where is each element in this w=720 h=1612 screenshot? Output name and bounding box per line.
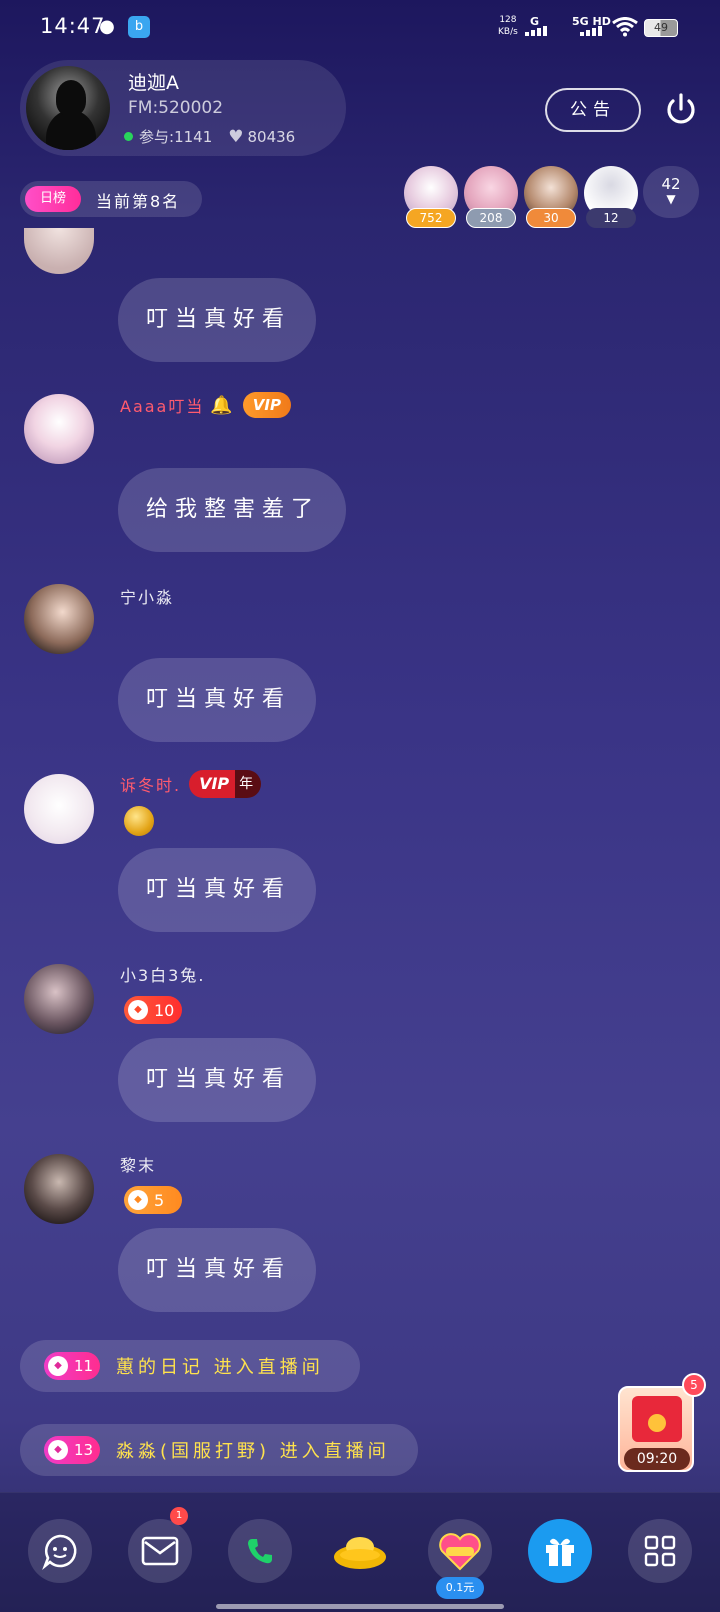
envelope-seal-icon [648, 1414, 666, 1432]
heart-icon: ♥ [228, 126, 244, 147]
message-username[interactable]: 诉冬时. VIP 年 [120, 770, 262, 798]
participants-label: 参与: [139, 128, 175, 146]
bell-icon: 🔔 [210, 394, 235, 416]
message-bubble: 给我整害羞了 [118, 468, 346, 552]
audience-more-button[interactable]: 42 ▼ [643, 166, 699, 218]
message-bubble: 叮当真好看 [118, 1038, 316, 1122]
rank-tag: 日榜 [25, 186, 81, 212]
message-username[interactable]: Aaaa叮当 🔔 VIP [120, 392, 291, 418]
mail-button[interactable] [128, 1519, 192, 1583]
mail-icon [141, 1536, 179, 1566]
message-avatar[interactable] [24, 228, 94, 274]
audience-count-badge: 30 [526, 208, 576, 228]
diamond-icon: ◆ [128, 1190, 148, 1210]
status-bar: 14:47 ● b 128 KB/s G 5G HD 49 [0, 0, 720, 56]
vip-badge: VIP [242, 392, 291, 418]
wifi-icon [612, 17, 638, 37]
diamond-icon: ◆ [48, 1356, 68, 1376]
diamond-icon: ◆ [128, 1000, 148, 1020]
more-apps-button[interactable] [628, 1519, 692, 1583]
participants-count: 1141 [174, 127, 213, 146]
coin-icon [124, 806, 154, 836]
audience-count-badge: 12 [586, 208, 636, 228]
audience-avatar-3[interactable]: 30 [524, 166, 578, 228]
gift-button[interactable] [528, 1519, 592, 1583]
chat-button[interactable] [28, 1519, 92, 1583]
envelope-timer: 09:20 [624, 1448, 690, 1470]
bilibili-icon: b [128, 16, 150, 38]
message-username[interactable]: 宁小淼 [120, 584, 174, 608]
message-bubble: 叮当真好看 [118, 278, 316, 362]
rank-text: 当前第8名 [96, 192, 181, 211]
vip-year-badge: VIP 年 [189, 770, 262, 798]
diamond-icon: ◆ [48, 1440, 68, 1460]
battery-icon: 49 [644, 19, 678, 37]
message-bubble: 叮当真好看 [118, 1228, 316, 1312]
heart-gift-button[interactable] [428, 1519, 492, 1583]
message-username[interactable]: 黎末 [120, 1152, 156, 1176]
message-bubble: 叮当真好看 [118, 848, 316, 932]
gift-box-icon [546, 1538, 574, 1566]
audience-avatar-4[interactable]: 12 [584, 166, 638, 228]
chevron-down-icon: ▼ [666, 192, 676, 206]
chat-bubble-icon [42, 1534, 77, 1570]
message-avatar[interactable] [24, 964, 94, 1034]
message-bubble: 叮当真好看 [118, 658, 316, 742]
host-stats: 参与: 1141 ♥ 80436 [124, 126, 295, 147]
bottom-toolbar: 1 0.1元 [0, 1492, 720, 1612]
wechat-icon: ● [99, 16, 115, 37]
call-button[interactable] [228, 1519, 292, 1583]
signal-bars-1-icon [525, 26, 547, 36]
host-name: 迪迦A [128, 72, 179, 94]
entry-level-badge: ◆ 11 [44, 1352, 100, 1380]
entry-text: 淼淼(国服打野) 进入直播间 [116, 1441, 390, 1462]
audience-total: 42 [661, 175, 681, 193]
message-username[interactable]: 小3白3兔. [120, 962, 205, 986]
entry-notice: ◆ 13 淼淼(国服打野) 进入直播间 [20, 1424, 418, 1476]
likes-count: 80436 [247, 127, 296, 146]
phone-icon [248, 1539, 272, 1564]
host-avatar[interactable] [26, 66, 110, 150]
entry-notice: ◆ 11 蕙的日记 进入直播间 [20, 1340, 360, 1392]
audience-count-badge: 208 [466, 208, 516, 228]
price-tag: 0.1元 [436, 1577, 484, 1599]
notice-button[interactable]: 公告 [545, 88, 641, 132]
daily-rank-pill[interactable]: 日榜 当前第8名 [20, 181, 202, 217]
gold-ingot-icon [334, 1537, 386, 1569]
power-icon[interactable] [663, 92, 699, 128]
envelope-count-badge: 5 [682, 1373, 706, 1397]
message-avatar[interactable] [24, 394, 94, 464]
heart-gift-icon [439, 1533, 481, 1571]
message-avatar[interactable] [24, 1154, 94, 1224]
user-level-badge: ◆ 10 [124, 996, 182, 1024]
red-envelope-button[interactable]: 09:20 [618, 1386, 694, 1472]
entry-level-badge: ◆ 13 [44, 1436, 100, 1464]
mail-badge: 1 [170, 1507, 188, 1525]
entry-text: 蕙的日记 进入直播间 [116, 1357, 324, 1378]
host-fm-id: FM:520002 [128, 98, 224, 118]
user-level-badge: ◆ 5 [124, 1186, 182, 1214]
audience-count-badge: 752 [406, 208, 456, 228]
net-speed: 128 KB/s [498, 15, 518, 37]
message-avatar[interactable] [24, 584, 94, 654]
host-card[interactable]: 迪迦A FM:520002 参与: 1141 ♥ 80436 [20, 60, 346, 156]
online-dot-icon [124, 132, 133, 141]
grid-icon [644, 1535, 676, 1567]
audience-avatar-1[interactable]: 752 [404, 166, 458, 228]
home-indicator[interactable] [216, 1604, 504, 1609]
signal-bars-2-icon [580, 26, 602, 36]
gold-ingot-button[interactable] [328, 1519, 392, 1583]
message-avatar[interactable] [24, 774, 94, 844]
audience-avatar-2[interactable]: 208 [464, 166, 518, 228]
